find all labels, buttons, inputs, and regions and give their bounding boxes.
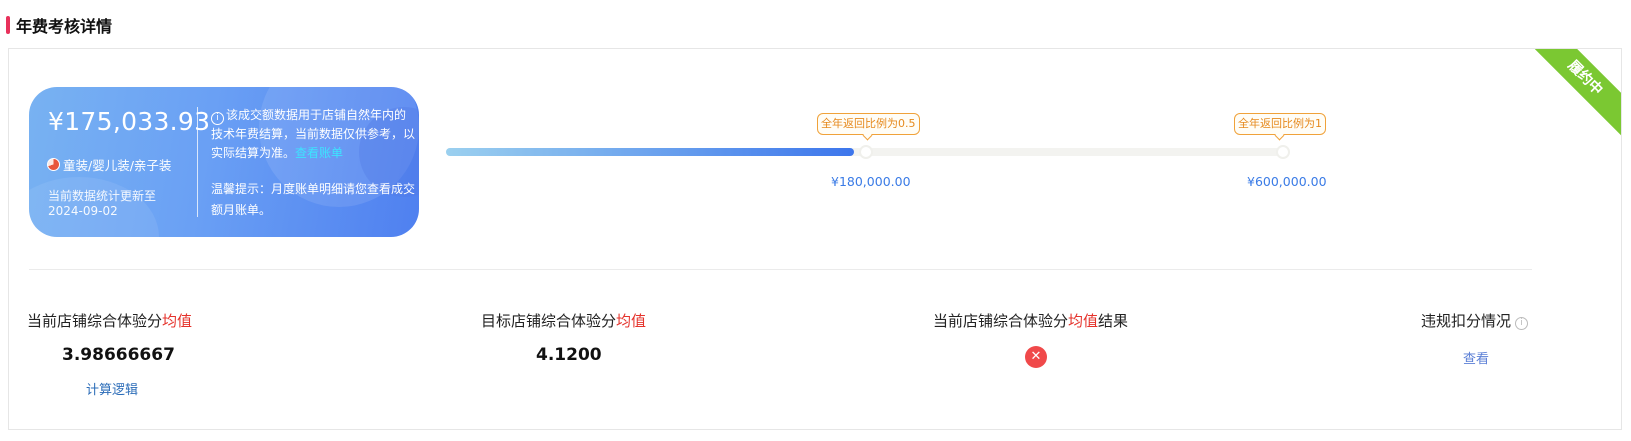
- violation-label: 违规扣分情况 i: [1421, 310, 1529, 331]
- category-label: 童装/婴儿装/亲子装: [63, 158, 172, 173]
- card-divider: [197, 107, 198, 217]
- warm-tip: 温馨提示：月度账单明细请您查看成交额月账单。: [211, 182, 416, 217]
- gmv-summary-card: ¥175,033.93 童装/婴儿装/亲子装 当前数据统计更新至 2024-09…: [29, 87, 419, 237]
- milestone-value-2: ¥600,000.00: [1247, 174, 1327, 189]
- label-highlight: 均值: [162, 312, 193, 330]
- label-prefix: 目标店铺综合体验分: [481, 312, 617, 330]
- close-icon: ✕: [1025, 346, 1047, 368]
- label-highlight: 均值: [1068, 312, 1099, 330]
- update-label: 当前数据统计更新至: [48, 189, 157, 203]
- view-violation-link[interactable]: 查看: [1463, 348, 1489, 367]
- title-accent-bar: [6, 16, 10, 34]
- category-row: 童装/婴儿装/亲子装: [47, 155, 171, 174]
- section-title: 年费考核详情: [16, 17, 113, 36]
- info-icon[interactable]: i: [1515, 317, 1529, 330]
- view-bill-link[interactable]: 查看账单: [295, 146, 343, 160]
- target-score-label: 目标店铺综合体验分均值: [481, 310, 646, 331]
- annual-fee-panel: 履约中 ¥175,033.93 童装/婴儿装/亲子装 当前数据统计更新至 202…: [8, 48, 1622, 430]
- data-note: i 该成交额数据用于店铺自然年内的技术年费结算，当前数据仅供参考，以实际结算为准。…: [211, 106, 416, 163]
- label-text: 违规扣分情况: [1421, 312, 1512, 330]
- info-icon: i: [211, 112, 224, 125]
- update-date: 2024-09-02: [48, 204, 118, 218]
- score-result-label: 当前店铺综合体验分均值结果: [933, 310, 1128, 331]
- progress-fill: [446, 148, 855, 156]
- section-header: 年费考核详情: [6, 15, 113, 36]
- label-suffix: 结果: [1098, 312, 1129, 330]
- pie-chart-icon: [47, 158, 60, 171]
- current-score-label: 当前店铺综合体验分均值: [27, 310, 192, 331]
- label-prefix: 当前店铺综合体验分: [933, 312, 1069, 330]
- label-prefix: 当前店铺综合体验分: [27, 312, 163, 330]
- label-highlight: 均值: [616, 312, 647, 330]
- milestone-tag-1: 全年返回比例为0.5: [817, 113, 920, 135]
- milestone-dot-2: [1276, 145, 1290, 159]
- gmv-amount: ¥175,033.93: [48, 107, 211, 136]
- milestone-dot-1: [859, 145, 873, 159]
- target-score-value: 4.1200: [536, 345, 602, 365]
- status-ribbon: 履约中: [1524, 49, 1621, 139]
- section-divider: [29, 269, 1532, 270]
- milestone-tag-2: 全年返回比例为1: [1234, 113, 1326, 135]
- milestone-value-1: ¥180,000.00: [831, 174, 911, 189]
- current-score-value: 3.98666667: [62, 345, 175, 365]
- calc-logic-link[interactable]: 计算逻辑: [86, 379, 138, 398]
